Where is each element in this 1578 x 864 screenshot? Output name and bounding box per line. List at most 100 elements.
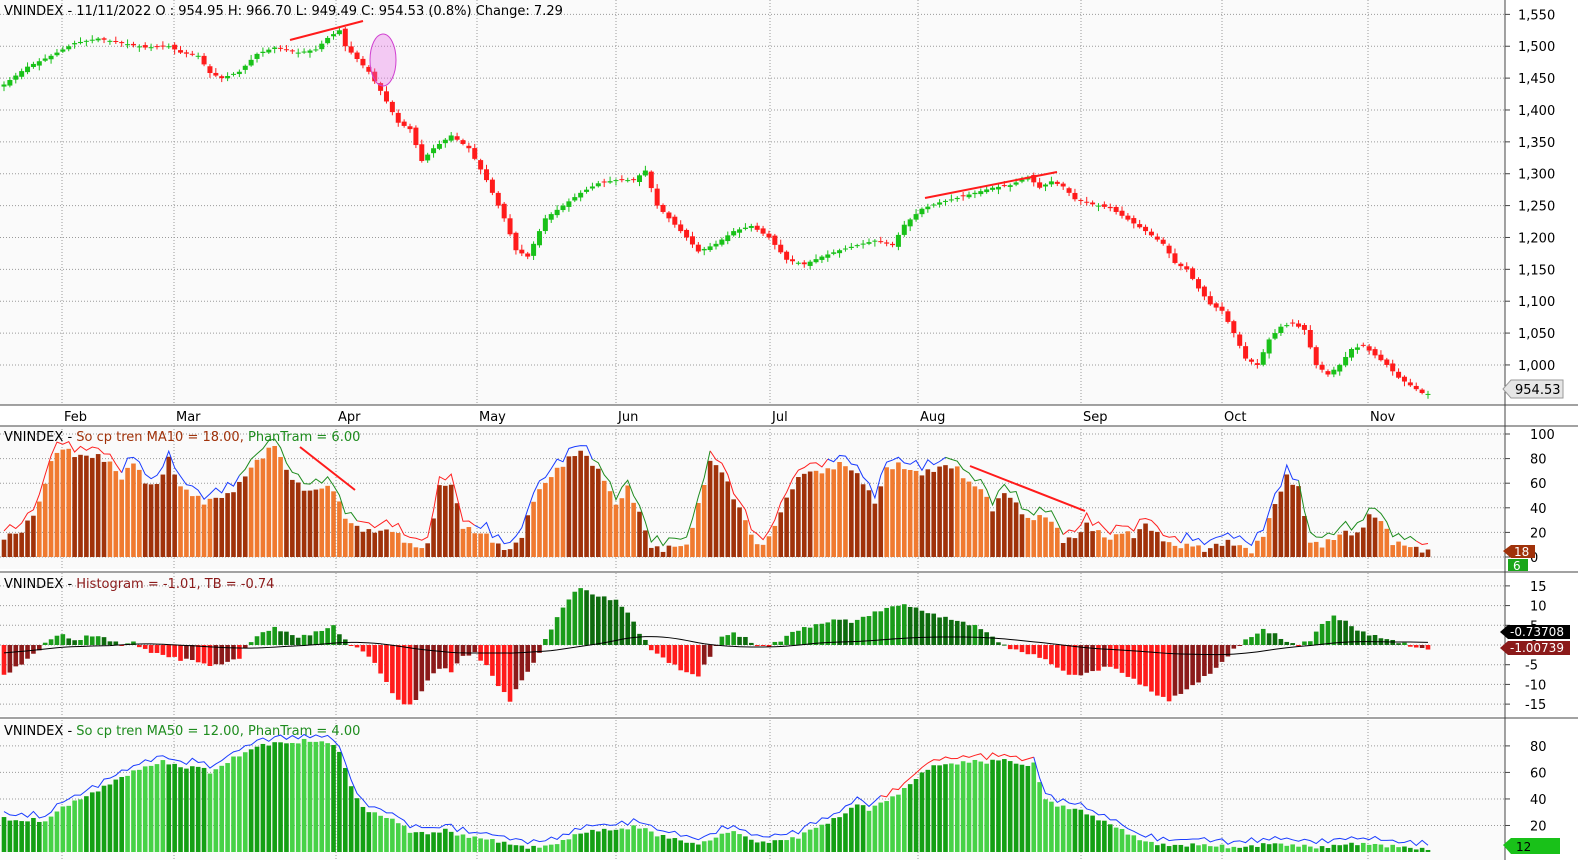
ma10-bar [354, 525, 360, 557]
ma50-bar [837, 817, 842, 852]
candle-body [1254, 363, 1260, 365]
candle-body [1325, 371, 1331, 375]
ma10-bar [319, 488, 325, 557]
candle-body [737, 229, 743, 233]
ma10-bar [137, 469, 142, 557]
hist-bar [696, 645, 701, 677]
hist-bar [907, 606, 913, 645]
ma50-bar [666, 838, 672, 852]
hist-bar [448, 645, 454, 673]
ma50-bar [1184, 846, 1190, 852]
candle-body [1001, 185, 1007, 187]
ma10-bar [531, 501, 536, 557]
candle-body [119, 42, 125, 44]
hist-bar [954, 620, 960, 645]
symbol-label: VNINDEX [4, 724, 63, 739]
ma50-bar [1207, 846, 1213, 852]
chart-canvas[interactable]: 1,000 1,050 1,100 1,150 1,200 1,250 1,300 1,350… [0, 0, 1578, 860]
hist-bar [213, 645, 219, 665]
hist-bar [1172, 645, 1178, 696]
ma10-bar [860, 484, 866, 557]
month-label: Jul [771, 410, 788, 425]
hist-bar [413, 645, 419, 700]
hist-bar [1002, 644, 1007, 646]
ma10-bar [1225, 539, 1231, 557]
hist-bar [390, 645, 395, 694]
ma50-bar [478, 838, 483, 852]
candle-body [307, 50, 313, 53]
indicator-label: So cp tren MA50 = 12.00, [76, 724, 244, 739]
ma50-bar [242, 752, 248, 852]
ma10-bar [1007, 497, 1013, 557]
hist-bar [1272, 633, 1278, 645]
ma10-bar [801, 473, 807, 557]
ma50-bar [796, 838, 801, 852]
ma10-bar [1360, 527, 1366, 557]
ma10-bar [1337, 534, 1343, 557]
ma10-tick-label: 80 [1530, 453, 1547, 468]
ma10-bar [837, 462, 842, 557]
ma50-bar [1243, 846, 1248, 852]
candle-body [931, 204, 937, 206]
ma10-bar [495, 543, 501, 557]
ma10-bar [166, 456, 172, 557]
ma50-bar [660, 834, 666, 852]
hist-bar [513, 645, 519, 690]
candle-body [872, 240, 878, 242]
candle-body [937, 202, 943, 205]
candle-body [884, 242, 890, 244]
candle-body [948, 199, 954, 201]
ma10-bar [195, 495, 201, 557]
ma10-bar [454, 503, 460, 557]
tb-value-text: -0.73708 [1510, 625, 1564, 639]
ma50-bar [272, 742, 277, 852]
hist-bar [407, 645, 413, 705]
ma10-bar [1066, 537, 1072, 557]
hist-bar [837, 619, 842, 645]
candle-body [778, 244, 784, 253]
price-tick-label: 1,350 [1518, 136, 1555, 151]
hist-bar [790, 631, 795, 645]
ma10-bar [813, 470, 819, 557]
ma50-bar [637, 828, 642, 852]
candle-body [1390, 363, 1396, 372]
candle-body [1407, 382, 1413, 386]
ma10-bar [284, 469, 289, 557]
month-label: May [479, 410, 506, 425]
ma10-bar [949, 468, 954, 557]
ma50-bar [348, 786, 354, 852]
hist-bar [101, 637, 107, 645]
price-pane[interactable] [0, 0, 1505, 405]
ma50-bar [1249, 845, 1254, 852]
ma50-bar [607, 830, 613, 852]
ma10-bar [207, 498, 213, 557]
ma50-bar [619, 828, 625, 852]
candle-body [566, 201, 572, 207]
hist-bar [66, 638, 72, 645]
ma50-bar [1231, 846, 1237, 852]
ma50-bar [813, 827, 819, 852]
candle-body [637, 175, 643, 183]
ma50-bar [1302, 844, 1307, 852]
ma10-bar [307, 490, 313, 557]
ma50-bar [1255, 846, 1260, 852]
ma10-bar [48, 461, 54, 557]
hist-bar [1243, 639, 1248, 645]
ma50-bar [178, 767, 183, 852]
hist-bar [1219, 645, 1225, 662]
candle-body [584, 189, 590, 192]
ma10-bar [743, 520, 748, 557]
hist-bar [1302, 641, 1307, 645]
candle-body [1419, 389, 1425, 393]
ma10-bar [154, 484, 160, 557]
candle-body [1178, 263, 1184, 267]
hist-bar [1207, 645, 1213, 674]
ma50-bar [266, 745, 272, 852]
candle-body [178, 50, 184, 53]
hist-tick-label: -10 [1525, 678, 1546, 693]
ma10-bar [537, 489, 542, 557]
ma10-bar [19, 532, 24, 557]
hist-bar [7, 645, 13, 673]
month-label: Feb [64, 410, 87, 425]
ma50-bar [425, 834, 430, 852]
